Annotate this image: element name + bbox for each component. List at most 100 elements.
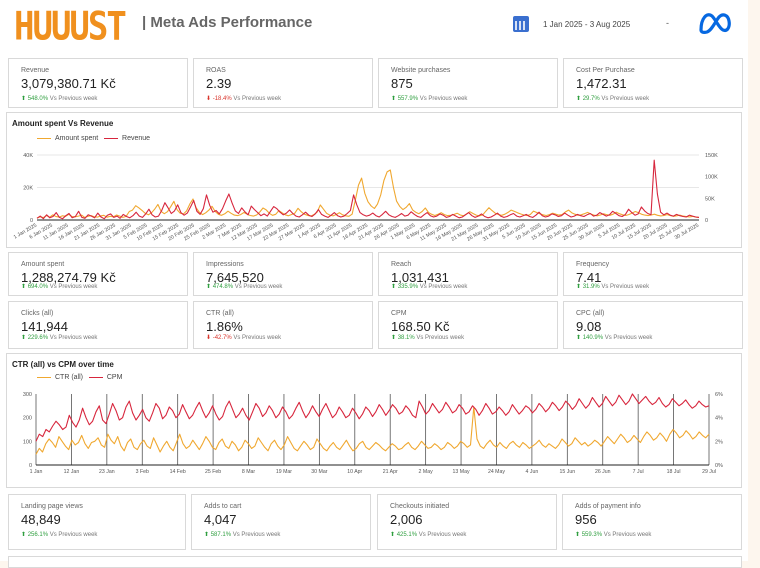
- kpi-change-value: 694.0%: [27, 284, 49, 290]
- chart-plot: 020K40K050K100K150K1 Jan 20256 Jan 20251…: [13, 153, 718, 243]
- kpi-roas: ROAS 2.39 ⬇ -18.4% Vs Previous week: [193, 58, 373, 108]
- trend-down-icon: ⬇: [206, 96, 212, 102]
- trend-up-icon: ⬆: [21, 335, 27, 341]
- kpi-change-suffix: Vs Previous week: [49, 335, 98, 341]
- date-range-picker[interactable]: 1 Jan 2025 - 3 Aug 2025: [543, 20, 630, 29]
- kpi-value: 168.50 Kč: [391, 319, 450, 334]
- kpi-change-suffix: Vs Previous week: [232, 532, 281, 538]
- x-tick-label: 7 Jul: [633, 469, 644, 475]
- calendar-icon[interactable]: [513, 16, 529, 32]
- trend-up-icon: ⬆: [390, 532, 396, 538]
- kpi-change-suffix: Vs Previous week: [604, 335, 653, 341]
- trend-up-icon: ⬆: [576, 96, 582, 102]
- kpi-change-suffix: Vs Previous week: [49, 284, 98, 290]
- x-tick-label: 1 Jan: [30, 469, 43, 475]
- kpi-change-value: 557.9%: [397, 96, 419, 102]
- trend-up-icon: ⬆: [391, 96, 397, 102]
- kpi-change: ⬆ 559.3% Vs Previous week: [575, 531, 651, 538]
- x-tick-label: 14 Feb: [170, 469, 186, 475]
- meta-logo-icon: [699, 13, 731, 34]
- next-section: [8, 556, 742, 568]
- kpi-change: ⬆ 38.1% Vs Previous week: [391, 334, 464, 341]
- kpi-impressions: Impressions 7,645,520 ⬆ 474.8% Vs Previo…: [193, 252, 373, 296]
- x-tick-label: 10 Apr: [347, 469, 362, 475]
- page-title: | Meta Ads Performance: [142, 14, 313, 31]
- x-tick-label: 19 Mar: [276, 469, 292, 475]
- x-tick-label: 4 Jun: [526, 469, 539, 475]
- kpi-amount-spent: Amount spent 1,288,274.79 Kč ⬆ 694.0% Vs…: [8, 252, 188, 296]
- kpi-change-suffix: Vs Previous week: [233, 96, 282, 102]
- y-left-tick-label: 20K: [23, 186, 33, 192]
- y-right-tick-label: 150K: [705, 153, 718, 159]
- kpi-value: 875: [391, 76, 413, 91]
- kpi-value: 9.08: [576, 319, 602, 334]
- kpi-change: ⬆ 557.9% Vs Previous week: [391, 95, 467, 102]
- kpi-change: ⬇ -18.4% Vs Previous week: [206, 95, 281, 102]
- y-left-tick-label: 40K: [23, 153, 33, 159]
- kpi-value: 3,079,380.71 Kč: [21, 76, 116, 91]
- kpi-label: Revenue: [21, 67, 50, 74]
- x-tick-label: 29 Jul: [702, 469, 716, 475]
- kpi-change-value: 29.7%: [582, 96, 600, 102]
- kpi-change-value: 587.1%: [210, 532, 232, 538]
- kpi-label: CPM: [391, 310, 407, 317]
- x-tick-label: 13 May: [453, 469, 470, 475]
- series-line-revenue: [36, 159, 700, 220]
- x-tick-label: 30 Mar: [311, 469, 327, 475]
- kpi-value: 1,472.31: [576, 76, 627, 91]
- kpi-value: 141,944: [21, 319, 68, 334]
- kpi-frequency: Frequency 7.41 ⬆ 31.9% Vs Previous week: [563, 252, 743, 296]
- x-tick-label: 18 Jul: [667, 469, 681, 475]
- y-right-tick-label: 4%: [715, 416, 723, 422]
- kpi-change-value: 425.1%: [396, 532, 418, 538]
- x-tick-label: 2 May: [419, 469, 434, 475]
- kpi-label: Landing page views: [21, 503, 83, 510]
- x-tick-label: 8 Mar: [242, 469, 256, 475]
- filter-dropdown[interactable]: -: [666, 18, 669, 28]
- kpi-label: Website purchases: [391, 67, 451, 74]
- kpi-change-suffix: Vs Previous week: [603, 532, 652, 538]
- kpi-change-suffix: Vs Previous week: [416, 335, 465, 341]
- trend-up-icon: ⬆: [21, 284, 27, 290]
- trend-up-icon: ⬆: [204, 532, 210, 538]
- x-tick-label: 15 Jun: [560, 469, 576, 475]
- trend-up-icon: ⬆: [21, 96, 27, 102]
- kpi-change: ⬆ 474.8% Vs Previous week: [206, 283, 282, 290]
- x-tick-label: 12 Jan: [64, 469, 80, 475]
- y-left-tick-label: 100: [23, 439, 32, 445]
- chart-spent-vs-revenue: Amount spent Vs Revenue Amount spent Rev…: [6, 112, 742, 248]
- kpi-label: Adds to cart: [204, 503, 242, 510]
- kpi-label: Cost Per Purchase: [576, 67, 635, 74]
- kpi-website-purchases: Website purchases 875 ⬆ 557.9% Vs Previo…: [378, 58, 558, 108]
- chart-plot: 01002003000%2%4%6%1 Jan 12 Jan 23 Jan 3 Feb…: [23, 392, 723, 475]
- kpi-change-value: -42.7%: [212, 335, 232, 341]
- kpi-change-suffix: Vs Previous week: [233, 335, 282, 341]
- trend-up-icon: ⬆: [391, 284, 397, 290]
- kpi-change-value: 140.9%: [582, 335, 604, 341]
- dashboard-page: HUUUST | Meta Ads Performance 1 Jan 2025…: [0, 0, 748, 568]
- kpi-change-suffix: Vs Previous week: [49, 532, 98, 538]
- kpi-change-suffix: Vs Previous week: [234, 284, 283, 290]
- kpi-label: ROAS: [206, 67, 226, 74]
- kpi-change: ⬇ -42.7% Vs Previous week: [206, 334, 281, 341]
- kpi-change-value: 548.0%: [27, 96, 49, 102]
- kpi-label: Amount spent: [21, 261, 65, 268]
- kpi-value: 4,047: [204, 512, 237, 527]
- x-tick-label: 21 Apr: [383, 469, 398, 475]
- kpi-change: ⬆ 335.9% Vs Previous week: [391, 283, 467, 290]
- series-line-cpm: [35, 393, 710, 442]
- kpi-change-value: 31.9%: [582, 284, 600, 290]
- y-right-tick-label: 50K: [705, 196, 715, 202]
- kpi-clicks: Clicks (all) 141,944 ⬆ 229.6% Vs Previou…: [8, 301, 188, 349]
- trend-up-icon: ⬆: [21, 532, 27, 538]
- kpi-change-suffix: Vs Previous week: [418, 532, 467, 538]
- kpi-label: CTR (all): [206, 310, 234, 317]
- y-right-tick-label: 100K: [705, 175, 718, 181]
- x-tick-label: 3 Feb: [136, 469, 149, 475]
- kpi-change-suffix: Vs Previous week: [419, 284, 468, 290]
- kpi-reach: Reach 1,031,431 ⬆ 335.9% Vs Previous wee…: [378, 252, 558, 296]
- kpi-change-suffix: Vs Previous week: [49, 96, 98, 102]
- kpi-change-value: 256.1%: [27, 532, 49, 538]
- kpi-label: Clicks (all): [21, 310, 54, 317]
- kpi-change-value: 38.1%: [397, 335, 415, 341]
